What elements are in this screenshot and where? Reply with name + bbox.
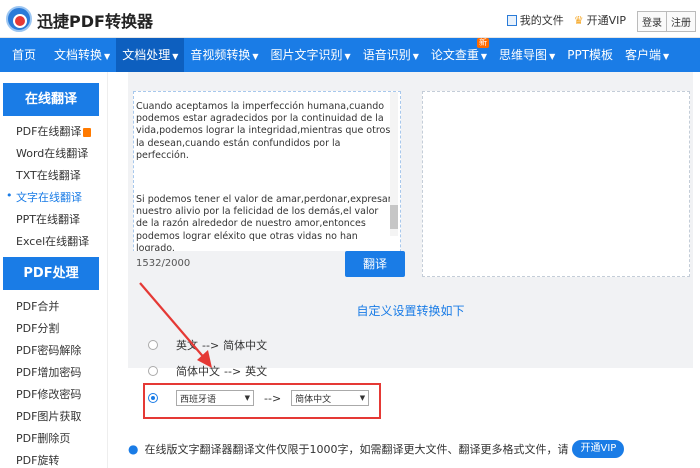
nav-label: PPT模板 — [567, 48, 614, 62]
caret-down-icon: ▼ — [252, 52, 259, 61]
caret-down-icon: ▼ — [412, 52, 419, 61]
option-arrow: --> — [224, 364, 242, 378]
sidebar-item-text-translate[interactable]: 文字在线翻译 — [6, 189, 82, 205]
option-en-to-zh[interactable]: 英文 --> 简体中文 — [148, 337, 267, 353]
option-arrow: --> — [202, 338, 220, 352]
nav-av-convert[interactable]: 音视频转换 ▼ — [184, 38, 264, 72]
top-links: 我的文件 ♛ 开通VIP — [506, 12, 626, 28]
nav-label: 思维导图 — [499, 48, 548, 62]
source-paragraph: Cuando aceptamos la imperfección humana,… — [136, 101, 391, 161]
bullet-icon: ● — [128, 442, 139, 456]
option-from-label: 英文 — [176, 339, 198, 352]
translate-panel: Cuando aceptamos la imperfección humana,… — [128, 72, 693, 419]
caret-down-icon: ▼ — [344, 52, 351, 61]
nav-label: 首页 — [12, 48, 37, 62]
source-text: Cuando aceptamos la imperfección humana,… — [136, 101, 392, 255]
sidebar-item-txt-translate[interactable]: TXT在线翻译 — [16, 167, 81, 183]
highlight-frame — [143, 383, 381, 419]
translate-button[interactable]: 翻译 — [345, 251, 405, 277]
app-title[interactable]: 迅捷PDF转换器 — [37, 8, 153, 32]
nav-label: 文档转换 — [54, 48, 103, 62]
sidebar-item-word-translate[interactable]: Word在线翻译 — [16, 145, 88, 161]
open-vip-link[interactable]: ♛ 开通VIP — [574, 12, 626, 28]
nav-mindmap[interactable]: 思维导图 ▼ — [493, 38, 561, 72]
sidebar-item-excel-translate[interactable]: Excel在线翻译 — [16, 233, 89, 249]
sidebar-item-ppt-translate[interactable]: PPT在线翻译 — [16, 211, 80, 227]
sidebar-item-pdf-unlock[interactable]: PDF密码解除 — [16, 342, 81, 358]
top-bar: 迅捷PDF转换器 我的文件 ♛ 开通VIP 登录 注册 — [0, 0, 700, 38]
option-zh-to-en[interactable]: 简体中文 --> 英文 — [148, 363, 267, 379]
sidebar: 在线翻译 PDF在线翻译 Word在线翻译 TXT在线翻译 文字在线翻译 PPT… — [0, 72, 108, 468]
auth-buttons: 登录 注册 — [637, 11, 696, 32]
open-vip-button[interactable]: 开通VIP — [572, 440, 625, 458]
source-paragraph: Si podemos tener el valor de amar,perdon… — [136, 194, 392, 254]
main-nav: 首页 文档转换 ▼ 文档处理 ▼ 音视频转换 ▼ 图片文字识别 ▼ 语音识别 ▼ 论文查重… — [0, 38, 700, 72]
main-content: Cuando aceptamos la imperfección humana,… — [108, 72, 700, 468]
caret-down-icon: ▼ — [172, 52, 179, 61]
sidebar-item-pdf-change-password[interactable]: PDF修改密码 — [16, 386, 81, 402]
notice-text: 在线版文字翻译器翻译文件仅限于1000字，如需翻译更大文件、翻译更多格式文件，请 — [144, 443, 569, 456]
sidebar-section-pdf-process: PDF处理 — [3, 257, 99, 290]
nav-label: 客户端 — [625, 48, 662, 62]
app-logo[interactable] — [6, 6, 32, 32]
sidebar-item-pdf-add-password[interactable]: PDF增加密码 — [16, 364, 81, 380]
caret-down-icon: ▼ — [480, 52, 488, 61]
new-badge: 新 — [477, 38, 490, 48]
nav-ocr[interactable]: 图片文字识别 ▼ — [265, 38, 357, 72]
notice: ● 在线版文字翻译器翻译文件仅限于1000字，如需翻译更大文件、翻译更多格式文件… — [128, 440, 625, 458]
result-text-area[interactable] — [422, 91, 690, 277]
sidebar-item-pdf-split[interactable]: PDF分割 — [16, 320, 59, 336]
source-footer: 1532/2000 翻译 — [133, 251, 405, 277]
nav-client[interactable]: 客户端 ▼ — [619, 38, 675, 72]
settings-title: 自定义设置转换如下 — [356, 304, 465, 318]
open-vip-label: 开通VIP — [586, 14, 626, 27]
char-counter: 1532/2000 — [136, 258, 191, 269]
sidebar-item-pdf-delete-page[interactable]: PDF删除页 — [16, 430, 70, 446]
caret-down-icon: ▼ — [549, 52, 556, 61]
hot-icon — [83, 127, 92, 137]
nav-doc-process[interactable]: 文档处理 ▼ — [116, 38, 185, 72]
nav-label: 论文查重 — [430, 48, 479, 62]
option-to-label: 简体中文 — [223, 339, 268, 352]
nav-label: 语音识别 — [362, 48, 411, 62]
nav-paper-check[interactable]: 论文查重 ▼ 新 — [425, 38, 493, 72]
scrollbar-thumb[interactable] — [390, 205, 398, 229]
nav-speech[interactable]: 语音识别 ▼ — [357, 38, 425, 72]
caret-down-icon: ▼ — [104, 52, 111, 61]
radio-zh-to-en[interactable] — [148, 366, 158, 376]
login-button[interactable]: 登录 — [637, 11, 667, 32]
radio-en-to-zh[interactable] — [148, 340, 158, 350]
sidebar-section-online-translate: 在线翻译 — [3, 83, 99, 116]
nav-label: 图片文字识别 — [270, 48, 343, 62]
option-to-label: 英文 — [245, 365, 268, 378]
sidebar-item-pdf-merge[interactable]: PDF合并 — [16, 298, 59, 314]
sidebar-item-label: PDF在线翻译 — [16, 125, 82, 138]
my-files-link[interactable]: 我的文件 — [506, 12, 564, 28]
sidebar-item-pdf-translate[interactable]: PDF在线翻译 — [16, 123, 92, 139]
nav-home[interactable]: 首页 — [0, 38, 48, 72]
my-files-label: 我的文件 — [519, 14, 564, 27]
nav-ppt-template[interactable]: PPT模板 — [561, 38, 619, 72]
nav-label: 文档处理 — [122, 48, 171, 62]
caret-down-icon: ▼ — [663, 52, 670, 61]
nav-doc-convert[interactable]: 文档转换 ▼ — [48, 38, 116, 72]
option-from-label: 简体中文 — [176, 365, 220, 378]
sidebar-item-pdf-rotate[interactable]: PDF旋转 — [16, 452, 59, 468]
nav-label: 音视频转换 — [190, 48, 251, 62]
document-icon — [506, 14, 517, 26]
register-button[interactable]: 注册 — [667, 11, 696, 32]
crown-icon: ♛ — [573, 13, 584, 27]
sidebar-item-pdf-extract-images[interactable]: PDF图片获取 — [16, 408, 81, 424]
source-text-area[interactable]: Cuando aceptamos la imperfección humana,… — [133, 91, 401, 277]
